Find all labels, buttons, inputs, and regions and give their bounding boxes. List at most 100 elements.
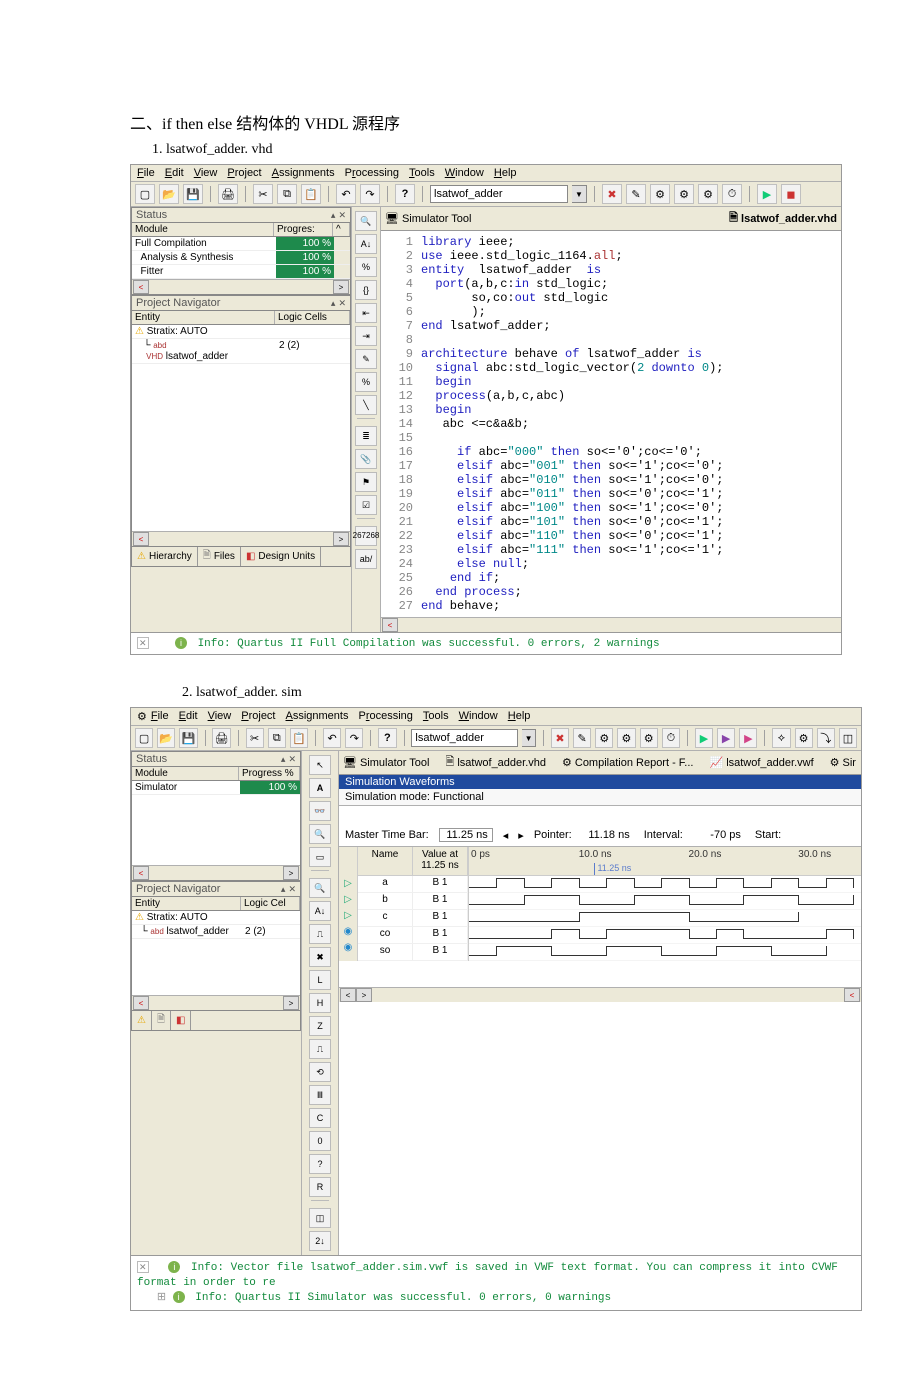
- list-icon[interactable]: ≣: [355, 426, 377, 446]
- time-marker[interactable]: 11.25 ns: [594, 863, 631, 875]
- open-icon[interactable]: 📂: [159, 184, 179, 204]
- scroll-right-icon[interactable]: >: [333, 280, 349, 294]
- scroll-left-icon[interactable]: <: [340, 988, 356, 1002]
- play-sim-icon[interactable]: ▶: [717, 728, 735, 748]
- gear3-icon[interactable]: ⚙: [640, 728, 658, 748]
- panel-close-icon[interactable]: ✕: [338, 298, 346, 309]
- stop-icon[interactable]: ◼: [781, 184, 801, 204]
- new-icon[interactable]: ▢: [135, 728, 153, 748]
- tab-design-units[interactable]: ◧: [171, 1011, 191, 1030]
- tab-hierarchy[interactable]: ⚠: [132, 1011, 152, 1030]
- replace-icon[interactable]: %: [355, 257, 377, 277]
- ab-icon[interactable]: ab/: [355, 549, 377, 569]
- project-menu[interactable]: Project: [241, 710, 275, 723]
- status-row[interactable]: Full Compilation100 %: [132, 237, 350, 251]
- assign-menu[interactable]: Assignments: [286, 710, 349, 723]
- signal-row[interactable]: coB 1: [358, 927, 468, 944]
- signal-row[interactable]: aB 1: [358, 876, 468, 893]
- force-h-icon[interactable]: H: [309, 993, 331, 1013]
- msg-close-icon[interactable]: ✕: [137, 637, 149, 649]
- waveform-row[interactable]: [469, 893, 861, 910]
- file-menu[interactable]: File: [137, 167, 155, 179]
- tools-menu[interactable]: Tools: [409, 167, 435, 179]
- signal-row[interactable]: cB 1: [358, 910, 468, 927]
- gear2-icon[interactable]: ⚙: [674, 184, 694, 204]
- pen-icon[interactable]: ✎: [355, 349, 377, 369]
- save-icon[interactable]: 💾: [179, 728, 197, 748]
- gear3-icon[interactable]: ⚙: [698, 184, 718, 204]
- tree-item[interactable]: └ abd lsatwof_adder2 (2): [132, 925, 300, 939]
- window-menu[interactable]: Window: [459, 710, 498, 723]
- edit-menu[interactable]: Edit: [179, 710, 198, 723]
- cut-icon[interactable]: ✂: [253, 184, 273, 204]
- tree-item[interactable]: └ abd VHD lsatwof_adder2 (2): [132, 339, 350, 364]
- wave-hscroll[interactable]: < > <: [339, 987, 861, 1002]
- text-icon[interactable]: A: [309, 778, 331, 798]
- attach-icon[interactable]: 📎: [355, 449, 377, 469]
- processing-menu[interactable]: Processing: [358, 710, 412, 723]
- scroll-left2-icon[interactable]: <: [844, 988, 860, 1002]
- save-icon[interactable]: 💾: [183, 184, 203, 204]
- report-icon[interactable]: ⚙: [795, 728, 813, 748]
- indent-right-icon[interactable]: ⇥: [355, 326, 377, 346]
- pen3-icon[interactable]: ╲: [355, 395, 377, 415]
- pencil-icon[interactable]: ✎: [626, 184, 646, 204]
- edit-menu[interactable]: Edit: [165, 167, 184, 179]
- panel-close-icon[interactable]: ✕: [288, 884, 296, 895]
- nav-hscroll[interactable]: < >: [132, 531, 350, 546]
- scroll-left-icon[interactable]: <: [133, 866, 149, 880]
- cut-icon[interactable]: ✂: [246, 728, 264, 748]
- scroll-left-icon[interactable]: <: [133, 996, 149, 1010]
- gear1-icon[interactable]: ⚙: [595, 728, 613, 748]
- find-icon[interactable]: 🔍: [309, 878, 331, 898]
- random-icon[interactable]: ?: [309, 1154, 331, 1174]
- scroll-right-icon[interactable]: >: [356, 988, 372, 1002]
- panel-close-icon[interactable]: ✕: [288, 754, 296, 765]
- bookmark-icon[interactable]: A↓: [355, 234, 377, 254]
- scroll-left-icon[interactable]: <: [382, 618, 398, 632]
- overwrite-icon[interactable]: 0: [309, 1131, 331, 1151]
- clock-icon[interactable]: C: [309, 1108, 331, 1128]
- force-x-icon[interactable]: ⎍: [309, 1039, 331, 1059]
- tab-design-units[interactable]: ◧Design Units: [241, 547, 321, 566]
- tree-item[interactable]: ⚠ Stratix: AUTO: [132, 325, 350, 339]
- processing-menu[interactable]: Processing: [345, 167, 399, 179]
- check-icon[interactable]: ☑: [355, 495, 377, 515]
- status-hscroll[interactable]: < >: [132, 865, 300, 880]
- panel-close-icon[interactable]: ✕: [338, 210, 346, 221]
- play-icon[interactable]: ▶: [757, 184, 777, 204]
- tab-report[interactable]: ⚙ Compilation Report - F...: [562, 753, 693, 772]
- tab-files[interactable]: 🗎Files: [198, 547, 241, 566]
- force-z-icon[interactable]: Z: [309, 1016, 331, 1036]
- jump-icon[interactable]: {}: [355, 280, 377, 300]
- file-menu[interactable]: File: [151, 710, 169, 723]
- tab-vhd-file[interactable]: 🗎lsatwof_adder.vhd: [729, 209, 837, 228]
- pen2-icon[interactable]: %: [355, 372, 377, 392]
- panel-min-icon[interactable]: ▴: [331, 210, 336, 221]
- status-row[interactable]: Fitter100 %: [132, 265, 350, 279]
- invert-icon[interactable]: ⟲: [309, 1062, 331, 1082]
- timing-icon[interactable]: ⏱: [662, 728, 680, 748]
- editor-hscroll[interactable]: <: [381, 617, 841, 632]
- zoom-icon[interactable]: 🔍: [309, 824, 331, 844]
- project-menu[interactable]: Project: [227, 167, 261, 179]
- waveform-row[interactable]: [469, 876, 861, 893]
- scroll-left-icon[interactable]: <: [133, 532, 149, 546]
- glasses-icon[interactable]: 👓: [309, 801, 331, 821]
- tab-files[interactable]: 🗎: [152, 1011, 171, 1030]
- probe-icon[interactable]: ⟡: [772, 728, 790, 748]
- assign-menu[interactable]: Assignments: [272, 167, 335, 179]
- play-icon[interactable]: ▶: [695, 728, 713, 748]
- redo-icon[interactable]: ↷: [345, 728, 363, 748]
- gear1-icon[interactable]: ⚙: [650, 184, 670, 204]
- view-menu[interactable]: View: [194, 167, 218, 179]
- copy-icon[interactable]: ⧉: [268, 728, 286, 748]
- paste-icon[interactable]: 📋: [290, 728, 308, 748]
- tab-simulator-tool[interactable]: 🖥Simulator Tool: [385, 209, 471, 228]
- next-edge-icon[interactable]: ▸: [518, 829, 524, 842]
- play-sim2-icon[interactable]: ▶: [739, 728, 757, 748]
- signal-row[interactable]: soB 1: [358, 944, 468, 961]
- bookmark-icon[interactable]: A↓: [309, 901, 331, 921]
- pointer-icon[interactable]: ↖: [309, 755, 331, 775]
- find-icon[interactable]: 🔍: [355, 211, 377, 231]
